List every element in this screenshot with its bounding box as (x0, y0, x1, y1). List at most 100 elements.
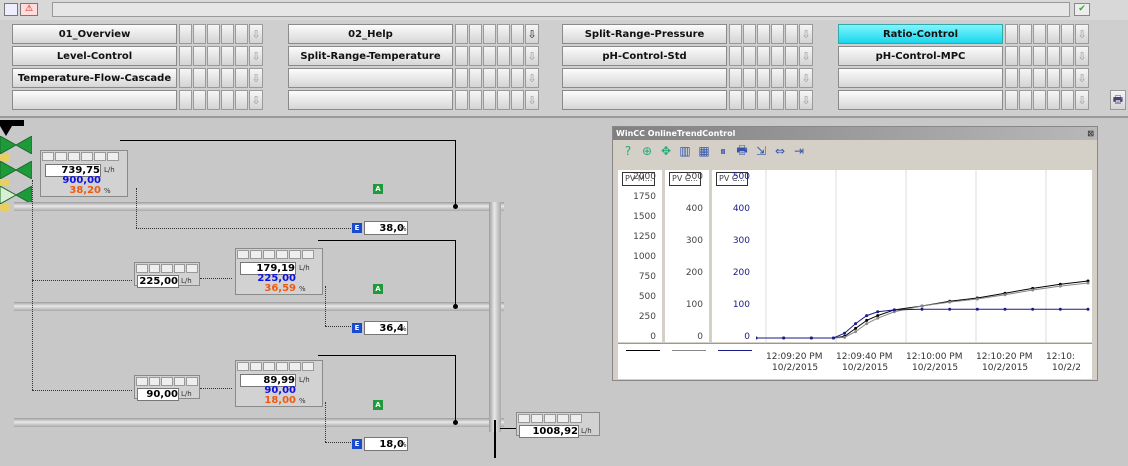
nav-sub-slot[interactable] (455, 90, 468, 110)
nav-down-arrow-icon[interactable]: ⇩ (799, 90, 813, 110)
faceplate-button[interactable] (237, 362, 249, 371)
nav-button[interactable] (838, 68, 1003, 88)
nav-sub-slot[interactable] (785, 46, 798, 66)
nav-sub-slot[interactable] (729, 68, 742, 88)
alarm-icon[interactable]: ⚠ (20, 3, 38, 16)
nav-down-arrow-icon[interactable]: ⇩ (1075, 68, 1089, 88)
faceplate-button[interactable] (186, 377, 198, 386)
trend-title-bar[interactable]: WinCC OnlineTrendControl ⊠ (613, 127, 1097, 140)
faceplate-button[interactable] (42, 152, 54, 161)
nav-sub-slot[interactable] (207, 68, 220, 88)
nav-down-arrow-icon[interactable]: ⇩ (799, 46, 813, 66)
nav-button[interactable]: 02_Help (288, 24, 453, 44)
nav-sub-slot[interactable] (757, 24, 770, 44)
nav-sub-slot[interactable] (743, 68, 756, 88)
nav-sub-slot[interactable] (193, 46, 206, 66)
faceplate-button[interactable] (289, 250, 301, 259)
close-icon[interactable]: ⊠ (1087, 127, 1094, 140)
nav-sub-slot[interactable] (1019, 68, 1032, 88)
nav-sub-slot[interactable] (483, 46, 496, 66)
nav-sub-slot[interactable] (1005, 24, 1018, 44)
nav-sub-slot[interactable] (1033, 68, 1046, 88)
nav-sub-slot[interactable] (469, 24, 482, 44)
nav-sub-slot[interactable] (207, 90, 220, 110)
nav-down-arrow-icon[interactable]: ⇩ (249, 24, 263, 44)
nav-sub-slot[interactable] (757, 90, 770, 110)
nav-sub-slot[interactable] (193, 24, 206, 44)
controller-faceplate[interactable]: 739,75 L/h 900,00 38,20% (40, 150, 128, 197)
nav-sub-slot[interactable] (221, 90, 234, 110)
nav-down-arrow-icon[interactable]: ⇩ (799, 24, 813, 44)
nav-sub-slot[interactable] (729, 46, 742, 66)
ack-icon[interactable]: ✔ (1074, 3, 1090, 16)
nav-sub-slot[interactable] (193, 68, 206, 88)
faceplate-button[interactable] (148, 377, 161, 386)
nav-sub-slot[interactable] (221, 68, 234, 88)
nav-down-arrow-icon[interactable]: ⇩ (249, 90, 263, 110)
range-icon[interactable]: ⇥ (792, 144, 806, 158)
faceplate-button[interactable] (136, 377, 148, 386)
nav-sub-slot[interactable] (1033, 24, 1046, 44)
export-icon[interactable]: ⇲ (754, 144, 768, 158)
window-icon[interactable] (4, 3, 18, 16)
nav-button[interactable] (288, 68, 453, 88)
nav-sub-slot[interactable] (235, 68, 248, 88)
faceplate-button[interactable] (276, 250, 288, 259)
nav-down-arrow-icon[interactable]: ⇩ (249, 46, 263, 66)
nav-sub-slot[interactable] (743, 24, 756, 44)
nav-button[interactable] (12, 90, 177, 110)
nav-button[interactable]: Ratio-Control (838, 24, 1003, 44)
nav-sub-slot[interactable] (497, 90, 510, 110)
nav-button[interactable]: Split-Range-Pressure (562, 24, 727, 44)
nav-sub-slot[interactable] (455, 24, 468, 44)
nav-button[interactable] (562, 90, 727, 110)
nav-sub-slot[interactable] (179, 24, 192, 44)
nav-down-arrow-icon[interactable]: ⇩ (1075, 24, 1089, 44)
print-screen-icon[interactable]: 🖶 (1110, 90, 1126, 110)
nav-sub-slot[interactable] (1061, 24, 1074, 44)
nav-sub-slot[interactable] (1061, 68, 1074, 88)
nav-sub-slot[interactable] (729, 90, 742, 110)
nav-sub-slot[interactable] (469, 46, 482, 66)
nav-button[interactable]: Split-Range-Temperature (288, 46, 453, 66)
nav-button[interactable]: Level-Control (12, 46, 177, 66)
nav-sub-slot[interactable] (179, 90, 192, 110)
nav-sub-slot[interactable] (757, 68, 770, 88)
pause-icon[interactable]: ⏸ (716, 144, 730, 159)
move-icon[interactable]: ✥ (659, 144, 673, 158)
nav-sub-slot[interactable] (455, 68, 468, 88)
faceplate-button[interactable] (237, 250, 249, 259)
stats-icon[interactable]: ⇔ (773, 144, 787, 158)
nav-button[interactable]: 01_Overview (12, 24, 177, 44)
help-icon[interactable]: ? (621, 144, 635, 158)
faceplate-button[interactable] (186, 264, 198, 273)
nav-sub-slot[interactable] (511, 46, 524, 66)
faceplate-button[interactable] (173, 264, 186, 273)
nav-sub-slot[interactable] (1019, 24, 1032, 44)
nav-button[interactable] (838, 90, 1003, 110)
nav-sub-slot[interactable] (1061, 46, 1074, 66)
nav-sub-slot[interactable] (497, 24, 510, 44)
nav-sub-slot[interactable] (1047, 68, 1060, 88)
faceplate-button[interactable] (557, 414, 569, 423)
nav-sub-slot[interactable] (511, 68, 524, 88)
faceplate-button[interactable] (161, 377, 173, 386)
control-valve[interactable] (0, 160, 33, 180)
faceplate-button[interactable] (518, 414, 530, 423)
nav-down-arrow-icon[interactable]: ⇩ (1075, 46, 1089, 66)
nav-down-arrow-icon[interactable]: ⇩ (525, 46, 539, 66)
nav-sub-slot[interactable] (743, 46, 756, 66)
nav-sub-slot[interactable] (511, 90, 524, 110)
nav-sub-slot[interactable] (469, 90, 482, 110)
nav-sub-slot[interactable] (1061, 90, 1074, 110)
faceplate-button[interactable] (161, 264, 173, 273)
nav-sub-slot[interactable] (771, 68, 784, 88)
nav-sub-slot[interactable] (221, 24, 234, 44)
nav-sub-slot[interactable] (511, 24, 524, 44)
nav-sub-slot[interactable] (743, 90, 756, 110)
nav-sub-slot[interactable] (193, 90, 206, 110)
faceplate-button[interactable] (68, 152, 80, 161)
nav-button[interactable] (562, 68, 727, 88)
nav-sub-slot[interactable] (785, 90, 798, 110)
nav-sub-slot[interactable] (1019, 90, 1032, 110)
